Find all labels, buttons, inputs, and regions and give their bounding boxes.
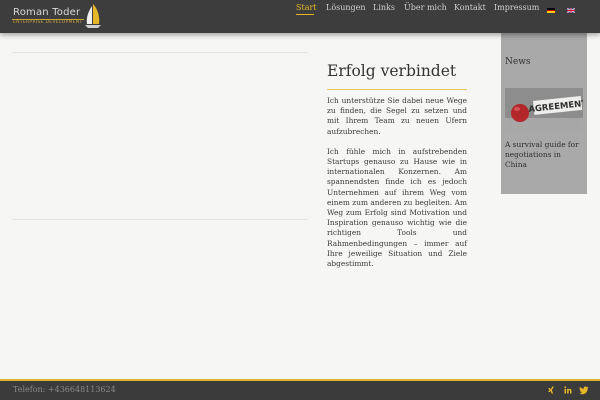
nav-active-indicator xyxy=(296,14,314,15)
nav-item-links[interactable]: Links xyxy=(373,3,395,12)
brand-logo[interactable]: Roman Toder ENTERPRISE DEVELOPMENT xyxy=(10,3,102,30)
content-divider-bottom xyxy=(12,219,308,220)
site-footer: Telefon: +436648113624 xyxy=(0,381,600,400)
page-title: Erfolg verbindet xyxy=(327,62,457,80)
content-divider-top xyxy=(12,52,308,53)
sailboat-icon xyxy=(85,4,101,28)
twitter-icon[interactable] xyxy=(579,385,589,395)
news-thumbnail[interactable]: AGREEMENT xyxy=(505,88,583,132)
nav-item-loesungen[interactable]: Lösungen xyxy=(326,3,366,12)
uk-flag-icon[interactable] xyxy=(567,8,575,13)
nav-item-start[interactable]: Start xyxy=(296,3,317,12)
xing-icon[interactable] xyxy=(546,385,556,395)
nav-item-kontakt[interactable]: Kontakt xyxy=(454,3,486,12)
phone-number[interactable]: Telefon: +436648113624 xyxy=(13,385,116,394)
article-paragraph: Ich fühle mich in aufstrebenden Startups… xyxy=(327,146,467,269)
nav-item-ueber-mich[interactable]: Über mich xyxy=(404,3,447,12)
news-heading: News xyxy=(505,57,531,67)
brand-tagline: ENTERPRISE DEVELOPMENT xyxy=(13,20,83,25)
news-item-link[interactable]: A survival guide for negotiations in Chi… xyxy=(505,140,585,170)
linkedin-icon[interactable] xyxy=(563,385,573,395)
brand-name: Roman Toder xyxy=(13,7,81,18)
news-sidebar: News AGREEMENT A survival guide for nego… xyxy=(501,33,587,194)
article-paragraph: Ich unterstütze Sie dabei neue Wege zu f… xyxy=(327,96,467,136)
site-header: Roman Toder ENTERPRISE DEVELOPMENT Start… xyxy=(0,0,600,33)
nav-item-impressum[interactable]: Impressum xyxy=(494,3,539,12)
title-divider xyxy=(327,89,467,90)
main-article: Erfolg verbindet Ich unterstütze Sie dab… xyxy=(327,62,467,269)
german-flag-icon[interactable] xyxy=(547,8,555,13)
agreement-image: AGREEMENT xyxy=(505,88,583,132)
